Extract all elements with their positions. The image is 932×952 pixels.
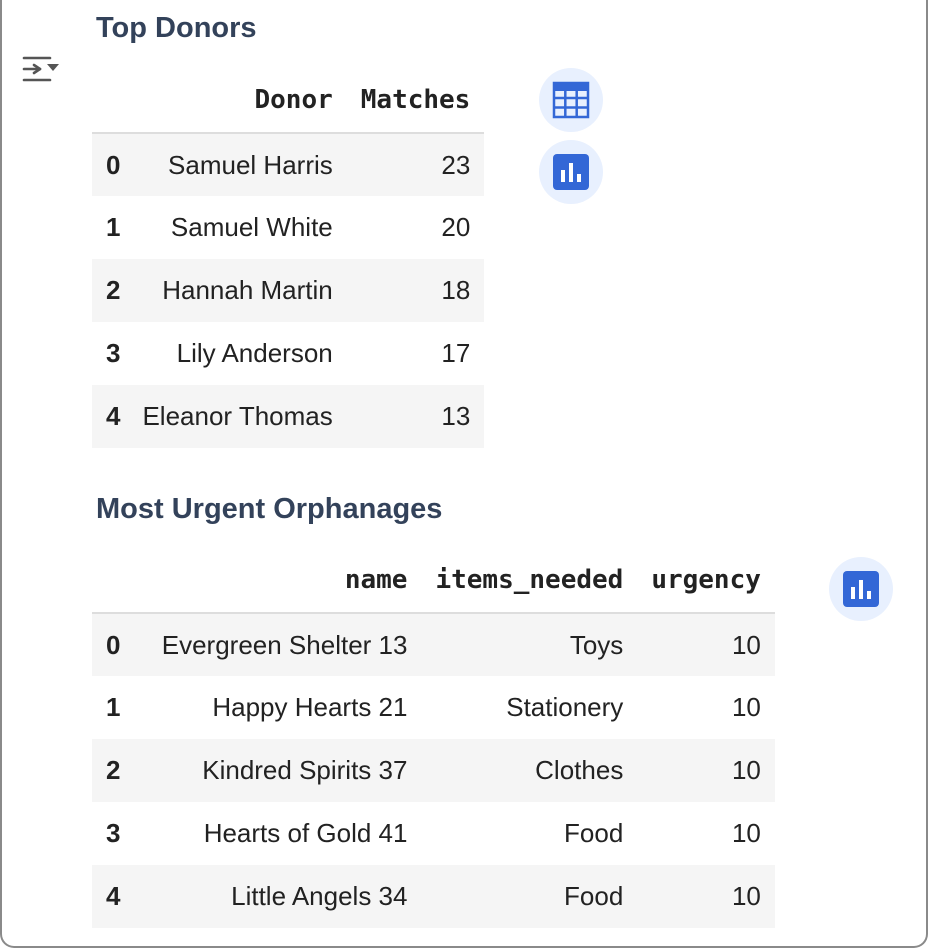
urgency-cell: 10	[731, 629, 761, 660]
row-index: 2	[106, 275, 121, 305]
row-index: 1	[106, 692, 121, 722]
urgency-cell: 10	[731, 881, 761, 911]
bar-chart-icon	[553, 154, 589, 190]
column-header-donor: Donor	[128, 68, 347, 134]
row-index: 4	[106, 881, 121, 911]
donor-cell: Samuel White	[170, 212, 333, 242]
table-grid-icon	[552, 81, 590, 119]
items-needed-cell: Clothes	[535, 755, 624, 785]
items-needed-cell: Food	[564, 818, 624, 848]
row-index: 1	[106, 212, 121, 242]
donor-cell: Hannah Martin	[162, 275, 333, 305]
matches-cell: 17	[441, 338, 471, 368]
donors-table: Donor Matches 0 Samuel Harris 23 1 Samue…	[92, 68, 485, 448]
row-index: 0	[106, 149, 121, 180]
name-cell: Little Angels 34	[231, 881, 408, 911]
orphanages-header-row: name items_needed urgency	[92, 548, 775, 614]
matches-cell: 18	[441, 275, 471, 305]
name-cell: Kindred Spirits 37	[202, 755, 408, 785]
table-row: 1 Happy Hearts 21 Stationery 10	[92, 676, 775, 739]
donor-cell: Eleanor Thomas	[142, 401, 333, 431]
bar-chart-icon	[843, 571, 879, 607]
column-header-name: name	[128, 548, 422, 614]
orphanages-table: name items_needed urgency 0 Evergreen Sh…	[92, 548, 775, 928]
orphanages-chart-button[interactable]	[829, 557, 893, 621]
table-view-button[interactable]	[539, 68, 603, 132]
index-header	[92, 548, 129, 614]
table-row: 0 Samuel Harris 23	[92, 133, 485, 196]
row-index: 2	[106, 755, 121, 785]
items-needed-cell: Toys	[569, 629, 624, 660]
matches-cell: 13	[441, 401, 471, 431]
donors-chart-button[interactable]	[539, 140, 603, 204]
donor-cell: Samuel Harris	[168, 149, 333, 180]
row-index: 0	[106, 629, 121, 660]
output-toggle-icon[interactable]	[20, 50, 62, 88]
donors-title: Top Donors	[96, 12, 257, 44]
table-row: 3 Lily Anderson 17	[92, 322, 484, 385]
urgency-cell: 10	[731, 755, 761, 785]
row-index: 4	[106, 401, 121, 431]
index-header	[92, 68, 129, 134]
table-row: 4 Little Angels 34 Food 10	[92, 865, 775, 928]
urgency-cell: 10	[731, 818, 761, 848]
table-row: 4 Eleanor Thomas 13	[92, 385, 485, 448]
urgency-cell: 10	[731, 692, 761, 722]
orphanages-title: Most Urgent Orphanages	[96, 493, 443, 525]
table-row: 2 Kindred Spirits 37 Clothes 10	[92, 739, 775, 802]
items-needed-cell: Stationery	[506, 692, 624, 722]
row-index: 3	[106, 338, 121, 368]
table-row: 2 Hannah Martin 18	[92, 259, 485, 322]
column-header-matches: Matches	[346, 68, 485, 134]
row-index: 3	[106, 818, 121, 848]
table-row: 0 Evergreen Shelter 13 Toys 10	[92, 613, 775, 676]
matches-cell: 23	[441, 149, 471, 180]
column-header-items-needed: items_needed	[421, 548, 638, 614]
name-cell: Evergreen Shelter 13	[161, 629, 408, 660]
items-needed-cell: Food	[564, 881, 624, 911]
table-row: 3 Hearts of Gold 41 Food 10	[92, 802, 775, 865]
table-row: 1 Samuel White 20	[92, 196, 484, 259]
donor-cell: Lily Anderson	[176, 338, 333, 368]
name-cell: Hearts of Gold 41	[203, 818, 408, 848]
name-cell: Happy Hearts 21	[212, 692, 408, 722]
matches-cell: 20	[441, 212, 471, 242]
column-header-urgency: urgency	[637, 548, 775, 614]
donors-header-row: Donor Matches	[92, 68, 485, 134]
